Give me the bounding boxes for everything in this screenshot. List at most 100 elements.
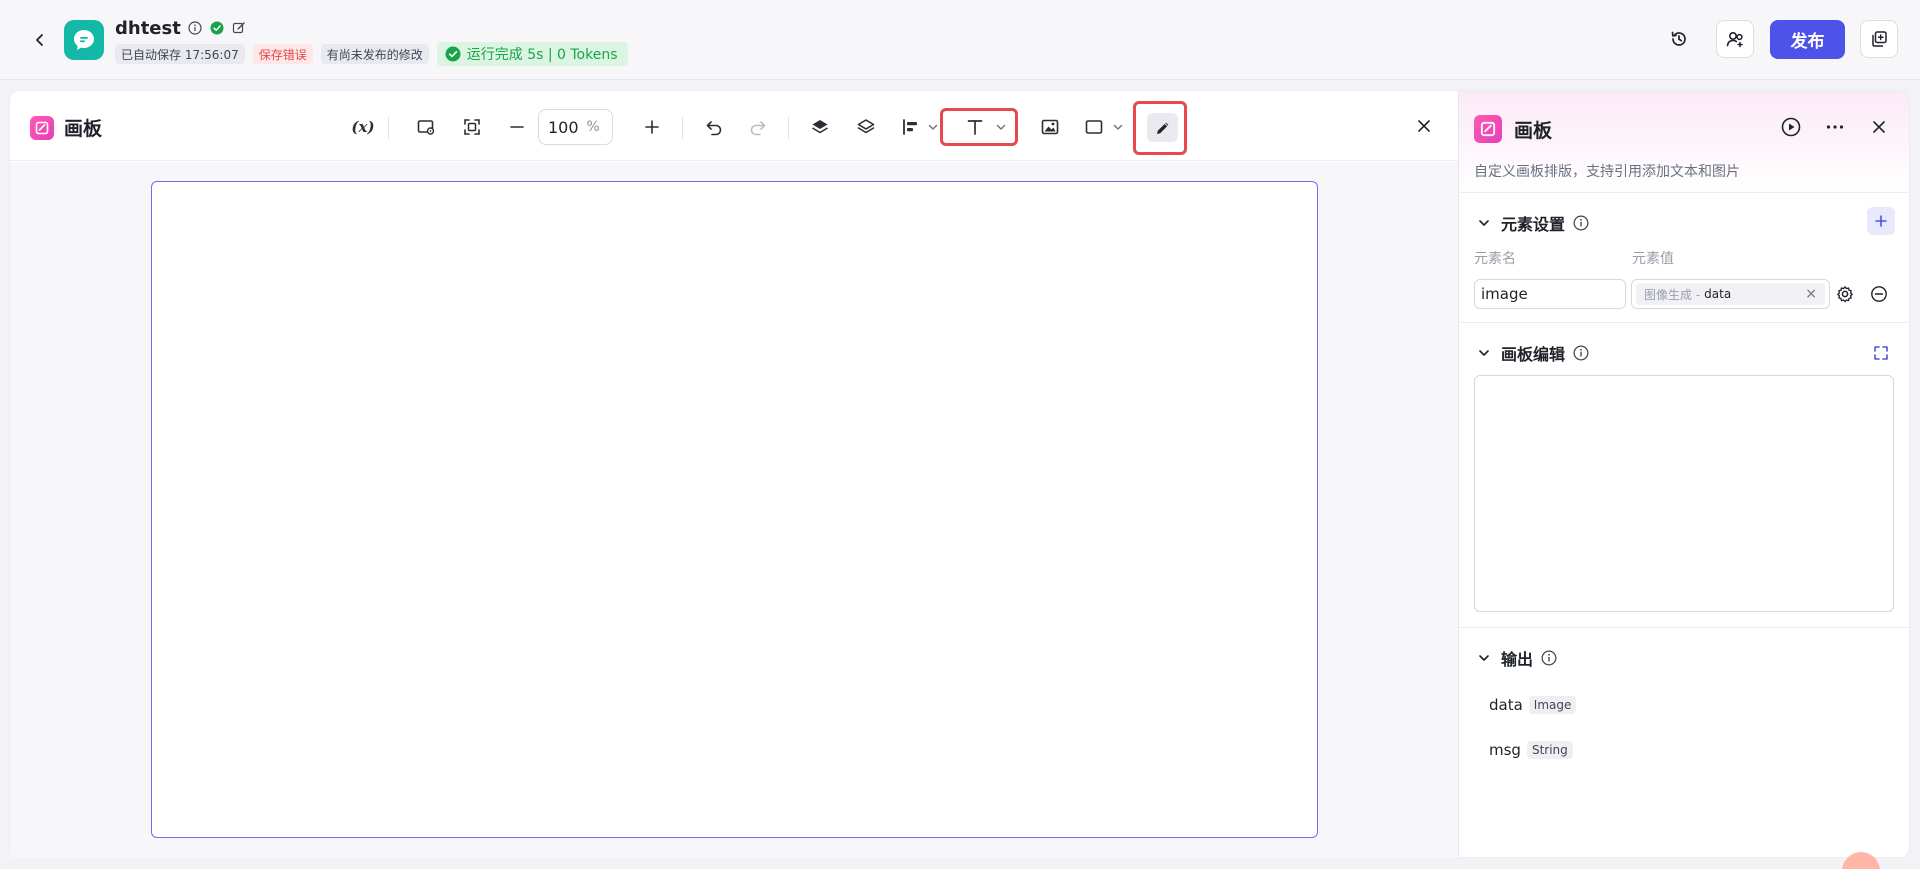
align-dropdown[interactable]	[894, 107, 946, 147]
drawing-canvas[interactable]	[151, 181, 1318, 838]
reference-chip[interactable]: 图像生成 - data ×	[1636, 283, 1825, 305]
canvas-settings-icon	[417, 120, 435, 135]
clear-icon[interactable]: ×	[1805, 286, 1817, 302]
panel-actions	[1779, 115, 1891, 139]
run-status-badge[interactable]: 运行完成 5s | 0 Tokens	[436, 42, 628, 66]
variable-button[interactable]: (x)	[343, 107, 383, 147]
plus-icon	[1875, 215, 1887, 227]
toolbar-divider	[682, 117, 683, 139]
element-value-column: 元素值	[1632, 251, 1674, 267]
element-value-reference[interactable]: 图像生成 - data ×	[1631, 279, 1830, 309]
toolbar-divider	[788, 117, 789, 139]
collaborators-button[interactable]	[1716, 20, 1754, 58]
element-settings-header[interactable]: 元素设置	[1475, 211, 1589, 235]
chevron-down-icon	[1475, 214, 1493, 232]
output-type-badge: Image	[1528, 696, 1577, 714]
bring-forward-button[interactable]	[800, 107, 840, 147]
element-settings-section: 元素设置 元素名 元素值 image 图像生成 - data ×	[1459, 193, 1909, 323]
editor-toolbar: (x) 100 %	[10, 101, 1458, 155]
output-header[interactable]: 输出	[1475, 646, 1557, 670]
image-icon	[1041, 119, 1059, 135]
output-type-badge: String	[1526, 741, 1573, 759]
duplicate-button[interactable]	[1860, 20, 1898, 58]
unpublished-badge: 有尚未发布的修改	[320, 44, 429, 64]
top-header: dhtest 已自动保存 17:56:07 保存错误 有尚未发布的修改 运行完成…	[0, 0, 1920, 80]
canvas-preview[interactable]	[1474, 375, 1894, 612]
chevron-down-icon	[996, 124, 1006, 130]
chevron-down-icon	[1475, 344, 1493, 362]
panel-description: 自定义画板排版，支持引用添加文本和图片	[1474, 164, 1740, 180]
fit-screen-button[interactable]	[452, 107, 492, 147]
editor-header: 画板 (x) 100 %	[10, 91, 1458, 161]
toolbar-divider	[388, 117, 389, 139]
app-logo	[64, 20, 104, 60]
app-title-row: dhtest	[115, 17, 247, 39]
check-circle-icon	[209, 20, 225, 36]
layers-icon	[857, 119, 875, 134]
info-icon[interactable]	[187, 20, 203, 36]
autosave-badge: 已自动保存 17:56:07	[115, 44, 245, 64]
zoom-out-button[interactable]	[497, 107, 537, 147]
redo-button[interactable]	[738, 107, 778, 147]
zoom-in-button[interactable]	[632, 107, 672, 147]
info-icon[interactable]	[1541, 650, 1557, 666]
editor-close-button[interactable]	[1412, 114, 1436, 138]
zoom-value: 100	[548, 117, 579, 137]
close-icon[interactable]	[1867, 115, 1891, 139]
pen-tool-button[interactable]	[1147, 113, 1178, 142]
canvas-edit-title: 画板编辑	[1501, 345, 1566, 364]
element-name-column: 元素名	[1474, 251, 1516, 267]
copy-icon	[1872, 31, 1887, 47]
history-icon	[1671, 31, 1686, 46]
properties-panel: 画板 自定义画板排版，支持引用添加文本和图片 元素设置 元素名 元素值 imag…	[1458, 90, 1910, 858]
back-icon[interactable]	[28, 28, 52, 52]
app-name: dhtest	[115, 17, 181, 39]
chevron-down-icon	[928, 124, 938, 130]
reference-field: data	[1704, 287, 1732, 301]
canvas-settings-button[interactable]	[406, 107, 446, 147]
expand-icon[interactable]	[1871, 343, 1891, 363]
close-icon	[1418, 120, 1430, 132]
chevron-down-icon	[1113, 124, 1123, 130]
canvas-workspace	[10, 162, 1458, 858]
history-button[interactable]	[1660, 20, 1698, 58]
output-name: msg	[1489, 741, 1521, 759]
panel-title-text: 画板	[1514, 119, 1553, 142]
chevron-down-icon	[1475, 649, 1493, 667]
minus-icon	[510, 126, 524, 128]
send-backward-button[interactable]	[846, 107, 886, 147]
panel-header: 画板 自定义画板排版，支持引用添加文本和图片	[1459, 91, 1909, 193]
undo-icon	[706, 121, 722, 136]
element-settings-title: 元素设置	[1501, 215, 1566, 234]
pencil-icon	[1156, 122, 1168, 134]
fit-screen-icon	[464, 119, 480, 135]
run-status-text: 运行完成 5s | 0 Tokens	[466, 47, 618, 63]
text-icon	[967, 120, 983, 135]
output-item: data Image	[1489, 696, 1577, 714]
undo-button[interactable]	[694, 107, 734, 147]
image-tool-button[interactable]	[1030, 107, 1070, 147]
run-icon[interactable]	[1779, 115, 1803, 139]
canvas-edit-header[interactable]: 画板编辑	[1475, 341, 1589, 365]
remove-icon[interactable]	[1869, 284, 1889, 304]
zoom-input[interactable]: 100 %	[538, 109, 613, 145]
add-element-button[interactable]	[1867, 207, 1895, 235]
output-title: 输出	[1501, 650, 1534, 669]
gear-icon[interactable]	[1835, 284, 1855, 304]
shape-tool-dropdown[interactable]	[1078, 107, 1130, 147]
info-icon[interactable]	[1573, 345, 1589, 361]
layer-up-icon	[812, 120, 828, 134]
plus-icon	[645, 120, 659, 134]
status-row: 已自动保存 17:56:07 保存错误 有尚未发布的修改 运行完成 5s | 0…	[115, 42, 628, 66]
more-icon[interactable]	[1823, 115, 1847, 139]
save-error-badge: 保存错误	[252, 44, 313, 64]
edit-icon[interactable]	[231, 20, 247, 36]
info-icon[interactable]	[1573, 215, 1589, 231]
element-name-input[interactable]: image	[1474, 279, 1626, 309]
text-tool-dropdown[interactable]	[958, 107, 1014, 147]
user-group-icon	[1726, 31, 1743, 48]
align-left-icon	[903, 119, 917, 135]
canvas-node-icon	[1474, 115, 1502, 143]
publish-button[interactable]: 发布	[1770, 20, 1845, 59]
rectangle-icon	[1085, 120, 1103, 134]
